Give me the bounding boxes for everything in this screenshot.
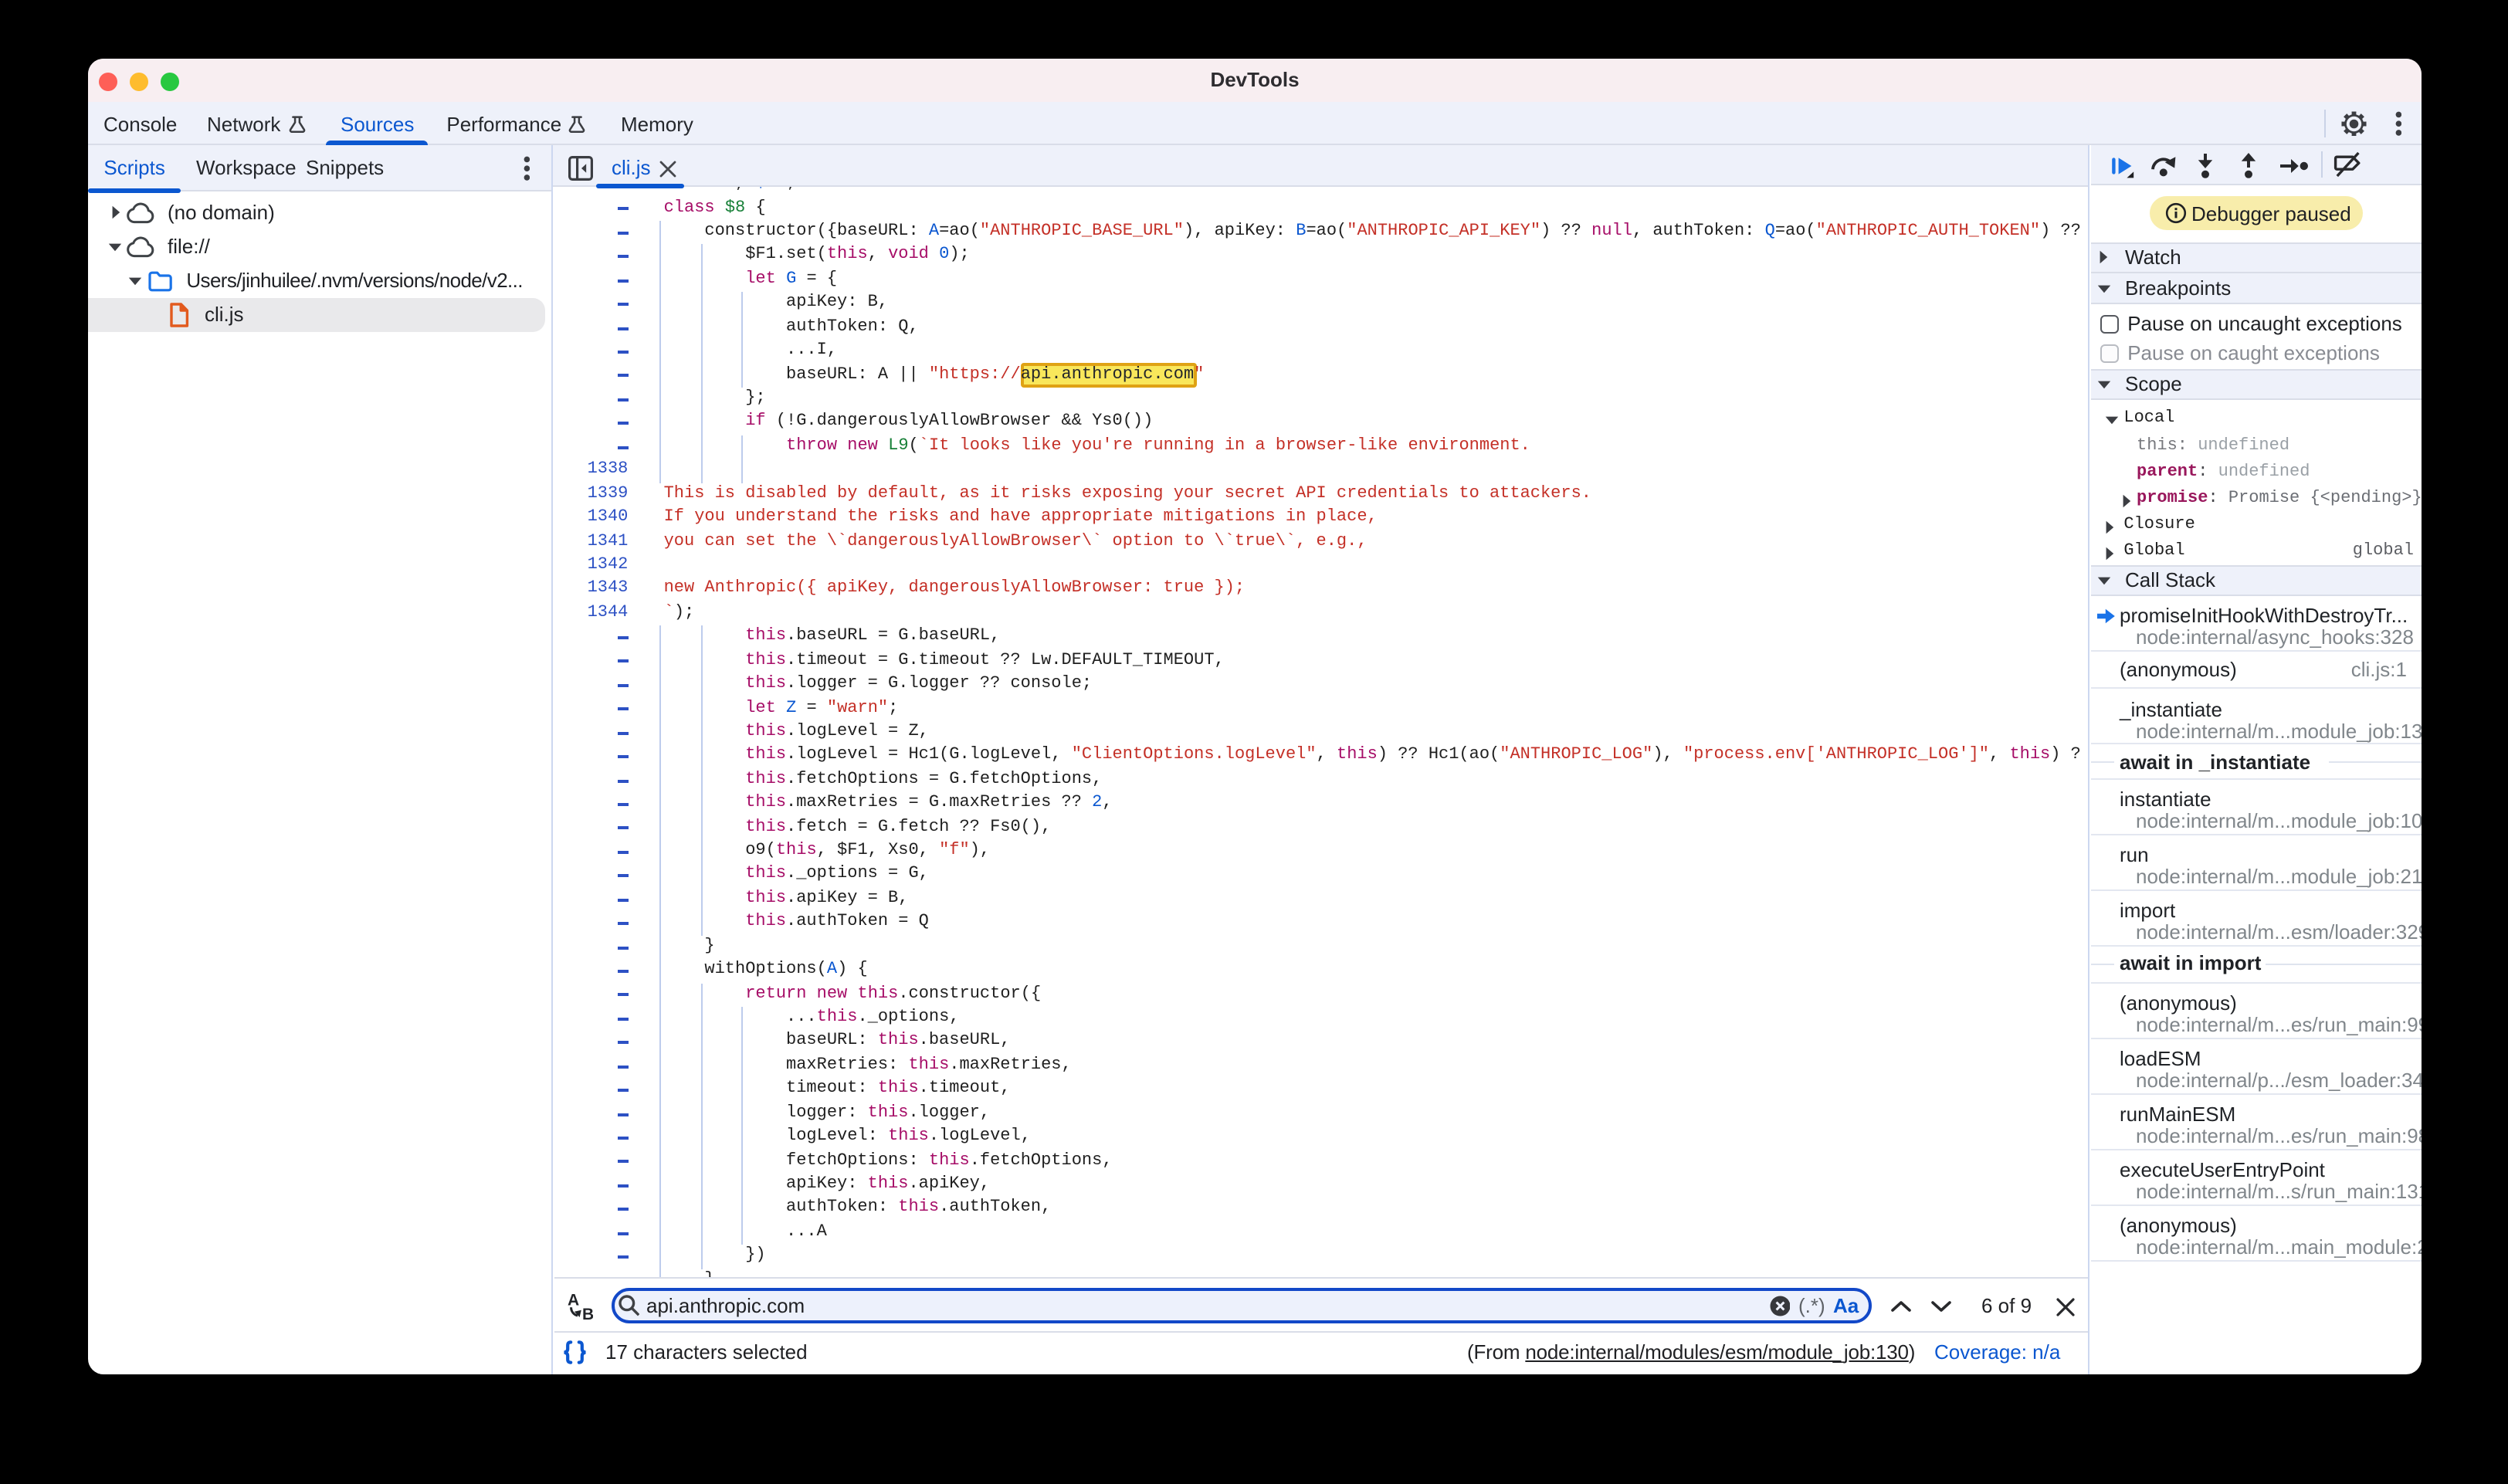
svg-text:B: B — [581, 1306, 592, 1320]
svg-text:A: A — [567, 1291, 578, 1309]
